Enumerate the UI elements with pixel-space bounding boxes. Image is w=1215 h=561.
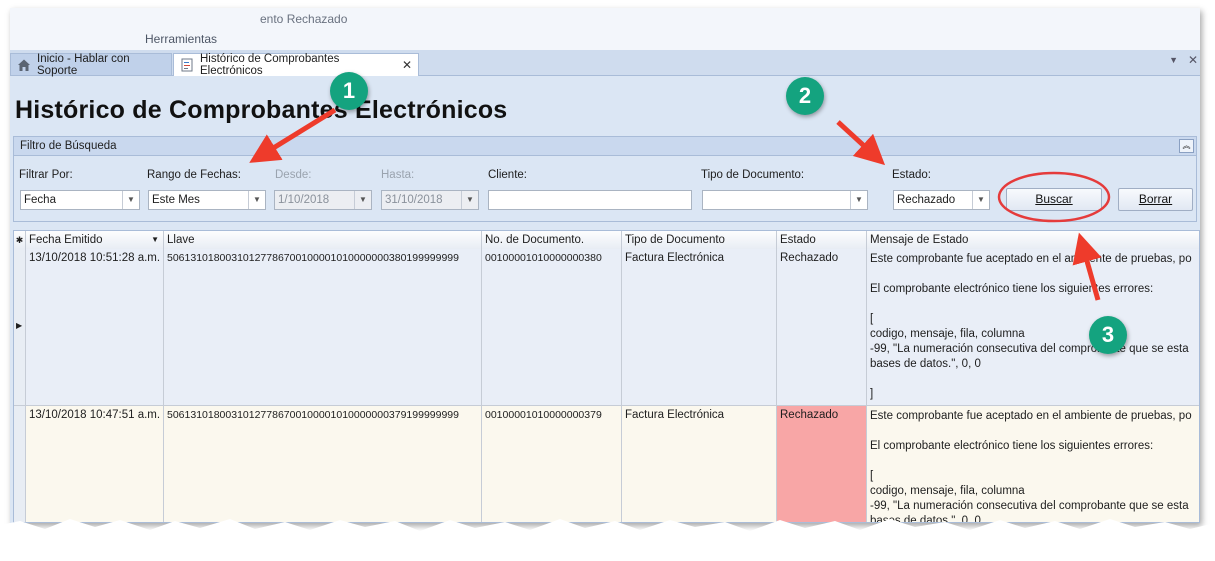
torn-bottom-edge (0, 519, 1215, 561)
annotation-overlay (249, 107, 1111, 301)
buscar-highlight-ellipse (997, 171, 1111, 223)
arrow-1 (249, 107, 337, 163)
callout-3: 3 (1089, 316, 1127, 354)
callout-1: 1 (330, 72, 368, 110)
callout-2: 2 (786, 77, 824, 115)
arrow-2 (836, 120, 886, 166)
arrow-3 (1072, 232, 1102, 301)
